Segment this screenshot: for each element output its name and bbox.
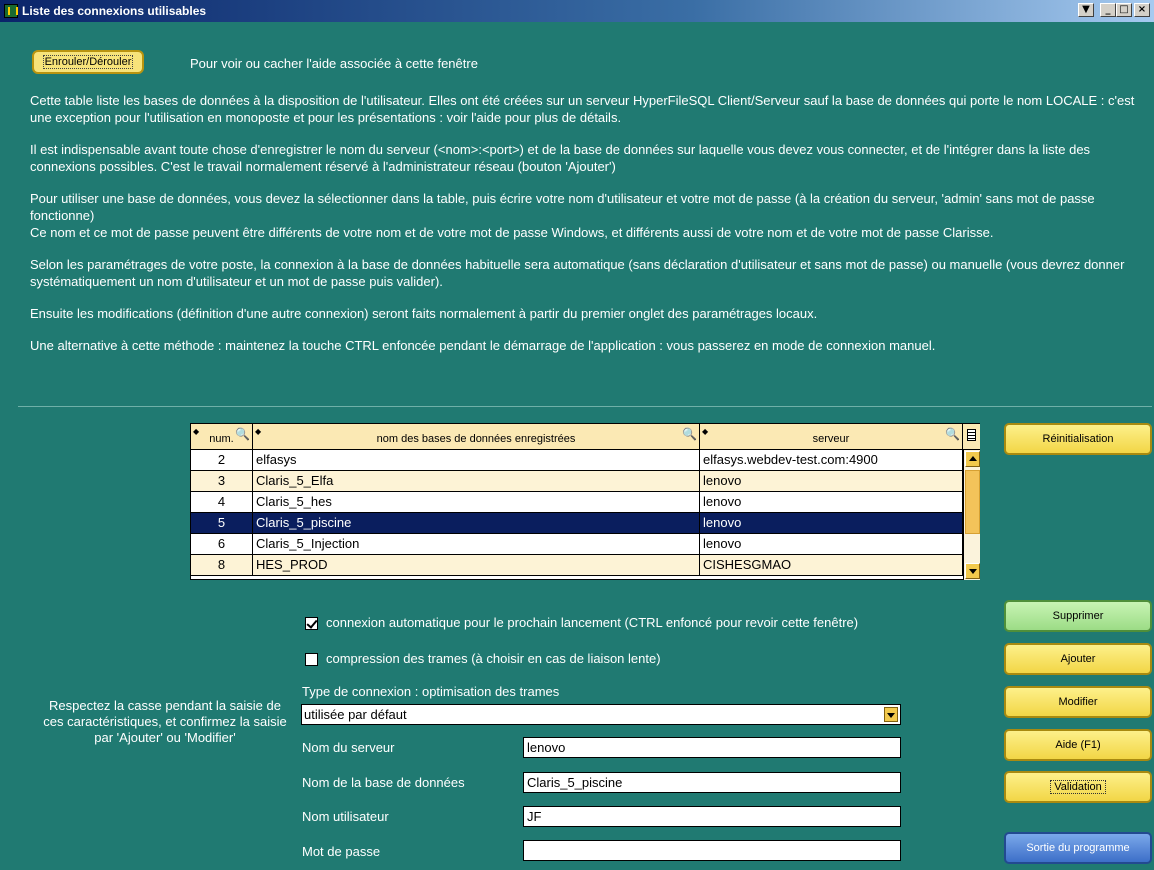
- modify-button[interactable]: Modifier: [1004, 686, 1152, 718]
- connection-type-label: Type de connexion : optimisation des tra…: [302, 684, 560, 699]
- sort-icon: ◆: [193, 427, 200, 436]
- validate-button[interactable]: Validation: [1004, 771, 1152, 803]
- search-icon[interactable]: 🔍: [945, 419, 960, 449]
- auto-connect-checkbox[interactable]: [305, 617, 318, 630]
- help-paragraph: Pour utiliser une base de données, vous …: [30, 191, 1095, 240]
- username-label: Nom utilisateur: [302, 809, 389, 824]
- help-paragraph: Cette table liste les bases de données à…: [30, 93, 1135, 125]
- sort-icon: ◆: [702, 427, 709, 436]
- password-label: Mot de passe: [302, 844, 381, 859]
- help-paragraph: Une alternative à cette méthode : mainte…: [30, 338, 936, 353]
- table-cell-server: lenovo: [700, 492, 963, 513]
- table-row[interactable]: 4 Claris_5_hes lenovo: [191, 492, 963, 513]
- table-cell-server: CISHESGMAO: [700, 555, 963, 576]
- table-row[interactable]: 5 Claris_5_piscine lenovo: [191, 513, 963, 534]
- database-name-label: Nom de la base de données: [302, 775, 465, 790]
- table-cell-server: lenovo: [700, 471, 963, 492]
- toggle-help-button[interactable]: Enrouler/Dérouler: [32, 50, 144, 74]
- help-button[interactable]: Aide (F1): [1004, 729, 1152, 761]
- table-cell-num: 4: [191, 492, 253, 513]
- delete-button[interactable]: Supprimer: [1004, 600, 1152, 632]
- database-name-input[interactable]: Claris_5_piscine: [523, 772, 901, 793]
- table-cell-name: Claris_5_Injection: [253, 534, 700, 555]
- column-header-server[interactable]: ◆ serveur 🔍: [700, 424, 963, 450]
- compression-label: compression des trames (à choisir en cas…: [326, 651, 661, 666]
- minimize-button[interactable]: _: [1100, 3, 1116, 17]
- table-cell-name: HES_PROD: [253, 555, 700, 576]
- server-name-input[interactable]: lenovo: [523, 737, 901, 758]
- table-cell-server: elfasys.webdev-test.com:4900: [700, 450, 963, 471]
- column-header-num[interactable]: ◆ num. 🔍: [191, 424, 253, 450]
- table-cell-num: 5: [191, 513, 253, 534]
- table-row[interactable]: 2 elfasys elfasys.webdev-test.com:4900: [191, 450, 963, 471]
- column-header-name-label: nom des bases de données enregistrées: [376, 433, 576, 445]
- app-icon: [4, 4, 18, 18]
- title-bar: Liste des connexions utilisables ▼ _ □ ×: [0, 0, 1154, 22]
- table-cell-name: Claris_5_piscine: [253, 513, 700, 534]
- add-button[interactable]: Ajouter: [1004, 643, 1152, 675]
- server-name-label: Nom du serveur: [302, 740, 395, 755]
- table-cell-name: elfasys: [253, 450, 700, 471]
- maximize-button[interactable]: □: [1116, 3, 1132, 17]
- table-cell-name: Claris_5_Elfa: [253, 471, 700, 492]
- table-cell-server: lenovo: [700, 534, 963, 555]
- table-cell-num: 3: [191, 471, 253, 492]
- scroll-up-arrow-icon[interactable]: [965, 451, 980, 467]
- toggle-help-caption: Pour voir ou cacher l'aide associée à ce…: [190, 56, 478, 71]
- connection-type-value: utilisée par défaut: [304, 707, 407, 722]
- column-header-num-label: num.: [209, 433, 234, 445]
- table-scrollbar[interactable]: [963, 450, 980, 580]
- column-header-name[interactable]: ◆ nom des bases de données enregistrées …: [253, 424, 700, 450]
- table-row[interactable]: 8 HES_PROD CISHESGMAO: [191, 555, 963, 576]
- search-icon[interactable]: 🔍: [682, 419, 697, 449]
- connections-table: ◆ num. 🔍 ◆ nom des bases de données enre…: [190, 423, 980, 580]
- toggle-help-label: Enrouler/Dérouler: [42, 55, 134, 69]
- search-icon[interactable]: 🔍: [235, 419, 250, 449]
- password-input[interactable]: [523, 840, 901, 861]
- column-header-server-label: serveur: [812, 433, 850, 445]
- table-cell-num: 6: [191, 534, 253, 555]
- table-row[interactable]: 3 Claris_5_Elfa lenovo: [191, 471, 963, 492]
- help-panel: Enrouler/Dérouler Pour voir ou cacher l'…: [18, 34, 1152, 407]
- window-title: Liste des connexions utilisables: [22, 4, 207, 18]
- validate-button-label: Validation: [1050, 780, 1106, 794]
- dropdown-arrow-icon[interactable]: [884, 707, 898, 722]
- column-options-icon[interactable]: [963, 424, 980, 450]
- reinitialize-button[interactable]: Réinitialisation: [1004, 423, 1152, 455]
- username-input[interactable]: JF: [523, 806, 901, 827]
- table-row[interactable]: 6 Claris_5_Injection lenovo: [191, 534, 963, 555]
- scroll-down-arrow-icon[interactable]: [965, 563, 980, 579]
- help-text: Cette table liste les bases de données à…: [30, 92, 1148, 369]
- auto-connect-label: connexion automatique pour le prochain l…: [326, 615, 859, 630]
- help-paragraph: Il est indispensable avant toute chose d…: [30, 142, 1091, 174]
- compression-checkbox[interactable]: [305, 653, 318, 666]
- close-button[interactable]: ×: [1134, 3, 1150, 17]
- help-paragraph: Ensuite les modifications (définition d'…: [30, 306, 818, 321]
- case-sensitivity-note: Respectez la casse pendant la saisie de …: [43, 698, 287, 745]
- table-header: ◆ num. 🔍 ◆ nom des bases de données enre…: [191, 424, 963, 451]
- table-cell-server: lenovo: [700, 513, 963, 534]
- connection-type-select[interactable]: utilisée par défaut: [301, 704, 901, 725]
- table-cell-num: 2: [191, 450, 253, 471]
- scroll-thumb[interactable]: [965, 470, 980, 534]
- sort-icon: ◆: [255, 427, 262, 436]
- table-cell-num: 8: [191, 555, 253, 576]
- quit-button[interactable]: Sortie du programme: [1004, 832, 1152, 864]
- menu-dropdown-button[interactable]: ▼: [1078, 3, 1094, 17]
- table-cell-name: Claris_5_hes: [253, 492, 700, 513]
- help-paragraph: Selon les paramétrages de votre poste, l…: [30, 257, 1125, 289]
